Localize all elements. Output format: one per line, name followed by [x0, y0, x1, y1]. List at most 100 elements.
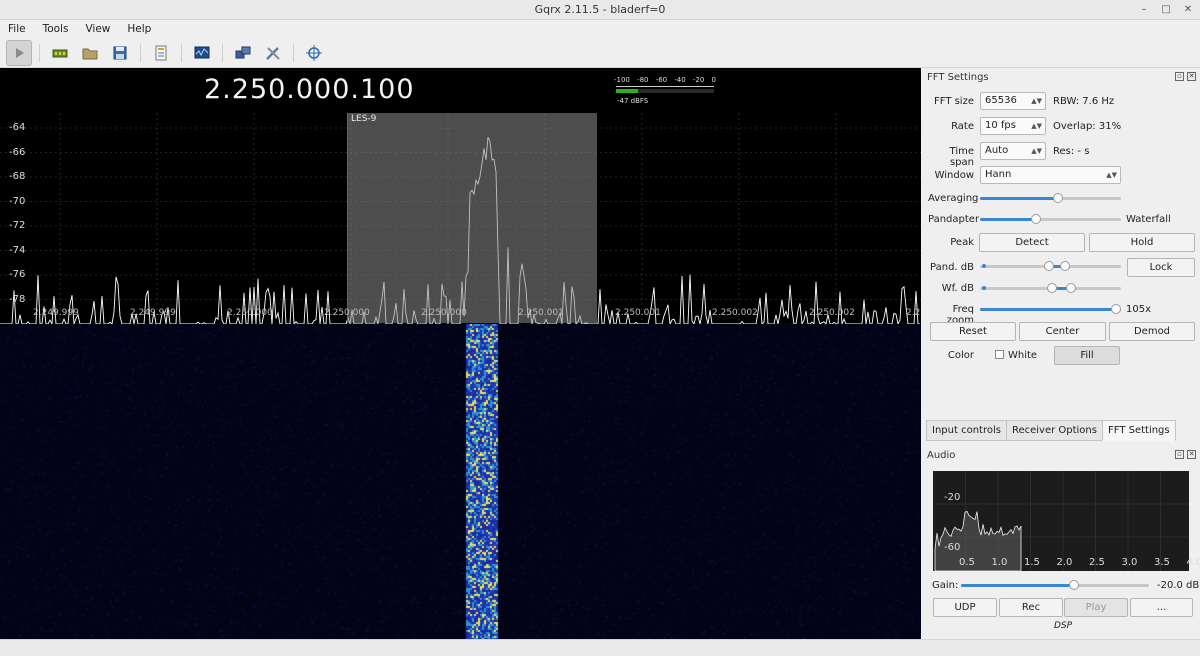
x-axis-label: 2.250.001: [518, 308, 564, 318]
pandapter-waterfall-slider[interactable]: [980, 214, 1121, 224]
timespan-select[interactable]: Auto ▲▼: [980, 142, 1046, 160]
gain-value: -20.0 dB: [1157, 580, 1200, 591]
tab-fft-settings[interactable]: FFT Settings: [1101, 420, 1176, 441]
remote-icon: [155, 45, 167, 60]
pandapter-label: Pandapter: [928, 214, 980, 225]
freq-zoom-slider[interactable]: [980, 304, 1121, 314]
float-icon[interactable]: ▫: [1175, 72, 1184, 81]
meter-level-text: -47 dBFS: [617, 97, 649, 105]
float-icon[interactable]: ▫: [1175, 450, 1184, 459]
network-button[interactable]: [230, 40, 256, 66]
frequency-display[interactable]: 2.250.000.100: [204, 74, 415, 105]
center-button[interactable]: Center: [1019, 322, 1106, 341]
tools-button[interactable]: [260, 40, 286, 66]
reset-button[interactable]: Reset: [930, 322, 1016, 341]
device-button[interactable]: [47, 40, 73, 66]
tab-input-controls[interactable]: Input controls: [926, 420, 1007, 441]
audio-title: Audio: [927, 450, 956, 461]
dock-tabs: Input controls Receiver Options FFT Sett…: [926, 420, 1176, 441]
maximize-icon[interactable]: □: [1160, 4, 1172, 16]
fft-size-select[interactable]: 65536 ▲▼: [980, 92, 1046, 110]
menu-bar: File Tools View Help: [0, 20, 1200, 38]
spin-icon: ▲▼: [1031, 97, 1042, 105]
screen-button[interactable]: [189, 40, 215, 66]
play-button[interactable]: Play: [1064, 598, 1128, 617]
y-axis-label: -66: [9, 146, 26, 158]
audio-x-label: 3.5: [1154, 557, 1170, 568]
audio-x-label: 0.5: [959, 557, 975, 568]
save-button[interactable]: [107, 40, 133, 66]
audio-spectrum-trace: [933, 471, 1189, 571]
status-bar: [0, 639, 1200, 656]
audio-x-label: 2.5: [1089, 557, 1105, 568]
overlap-text: Overlap: 31%: [1053, 121, 1122, 132]
meter-tick-label: -100: [614, 76, 630, 84]
demod-button[interactable]: Demod: [1109, 322, 1195, 341]
filter-edge[interactable]: [347, 113, 348, 323]
rate-select[interactable]: 10 fps ▲▼: [980, 117, 1046, 135]
menu-file[interactable]: File: [8, 23, 26, 35]
close-icon[interactable]: ✕: [1187, 450, 1196, 459]
meter-tick-label: -40: [674, 76, 686, 84]
more-button[interactable]: ...: [1130, 598, 1193, 617]
averaging-slider[interactable]: [980, 193, 1121, 203]
close-icon[interactable]: ✕: [1187, 72, 1196, 81]
toolbar: [0, 38, 1200, 68]
tab-receiver-options[interactable]: Receiver Options: [1005, 420, 1103, 441]
waterfall[interactable]: [0, 324, 921, 639]
remote-button[interactable]: [148, 40, 174, 66]
folder-icon: [82, 48, 98, 59]
timespan-label: Time span: [949, 146, 974, 168]
rec-button[interactable]: Rec: [999, 598, 1063, 617]
y-axis-label: -76: [9, 269, 26, 280]
waterfall-label: Waterfall: [1126, 214, 1171, 225]
audio-y-label: -20: [944, 492, 961, 503]
averaging-label: Averaging: [928, 193, 979, 204]
pand-db-range-slider[interactable]: [980, 261, 1121, 271]
menu-view[interactable]: View: [85, 23, 110, 35]
spin-icon: ▲▼: [1031, 122, 1042, 130]
window-select[interactable]: Hann ▲▼: [980, 166, 1121, 184]
detect-button[interactable]: Detect: [979, 233, 1085, 252]
menu-help[interactable]: Help: [127, 23, 151, 35]
audio-spectrum[interactable]: -20 -60 0.5 1.0 1.5 2.0 2.5 3.0 3.5 4.0: [933, 471, 1200, 571]
toolbar-separator: [181, 43, 182, 62]
udp-button[interactable]: UDP: [933, 598, 997, 617]
white-label: White: [1008, 350, 1038, 361]
menu-tools[interactable]: Tools: [43, 23, 69, 35]
toolbar-separator: [222, 43, 223, 62]
hold-button[interactable]: Hold: [1089, 233, 1195, 252]
spectrum-plotter[interactable]: LES-9 2.250.000.100 -100 -80 -60 -40 -20 0 -4…: [0, 68, 921, 639]
audio-gain-slider[interactable]: [961, 580, 1149, 590]
fill-button[interactable]: Fill: [1054, 346, 1120, 365]
y-axis-label: -70: [9, 195, 26, 207]
window-value: Hann: [985, 169, 1012, 180]
filter-passband[interactable]: [348, 113, 597, 323]
peak-label: Peak: [950, 237, 974, 248]
x-axis-label: 2.250.000: [324, 308, 370, 318]
audio-panel: Audio ▫ ✕ -20 -60 0.5 1.0 1.5 2.0 2.5 3.0 3.5 4…: [924, 446, 1200, 639]
fullscreen-button[interactable]: [301, 40, 327, 66]
play-button[interactable]: [6, 39, 32, 66]
title-bar: Gqrx 2.11.5 - bladerf=0 – □ ✕: [0, 0, 1200, 20]
y-axis-label: -72: [9, 220, 26, 231]
wf-db-range-slider[interactable]: [980, 283, 1121, 293]
window-title: Gqrx 2.11.5 - bladerf=0: [534, 3, 666, 16]
lock-button[interactable]: Lock: [1127, 258, 1195, 277]
audio-y-label: -60: [944, 542, 961, 553]
minimize-icon[interactable]: –: [1138, 4, 1150, 16]
white-checkbox[interactable]: [995, 350, 1004, 359]
open-button[interactable]: [77, 40, 103, 66]
close-icon[interactable]: ✕: [1182, 4, 1194, 16]
signal-meter: -100 -80 -60 -40 -20 0 -47 dBFS: [614, 76, 716, 110]
audio-x-label: 1.0: [991, 557, 1008, 568]
meter-tick-label: -80: [637, 76, 649, 84]
spin-icon: ▲▼: [1106, 171, 1117, 179]
x-axis-label: 2.249.999: [33, 308, 79, 318]
y-axis-label: -64: [9, 122, 26, 133]
fft-size-label: FFT size: [933, 96, 974, 107]
save-icon: [113, 46, 127, 59]
x-axis-label: 2.250.001: [615, 308, 661, 318]
fft-settings-title: FFT Settings: [927, 72, 989, 83]
meter-tick-label: -60: [655, 76, 668, 84]
